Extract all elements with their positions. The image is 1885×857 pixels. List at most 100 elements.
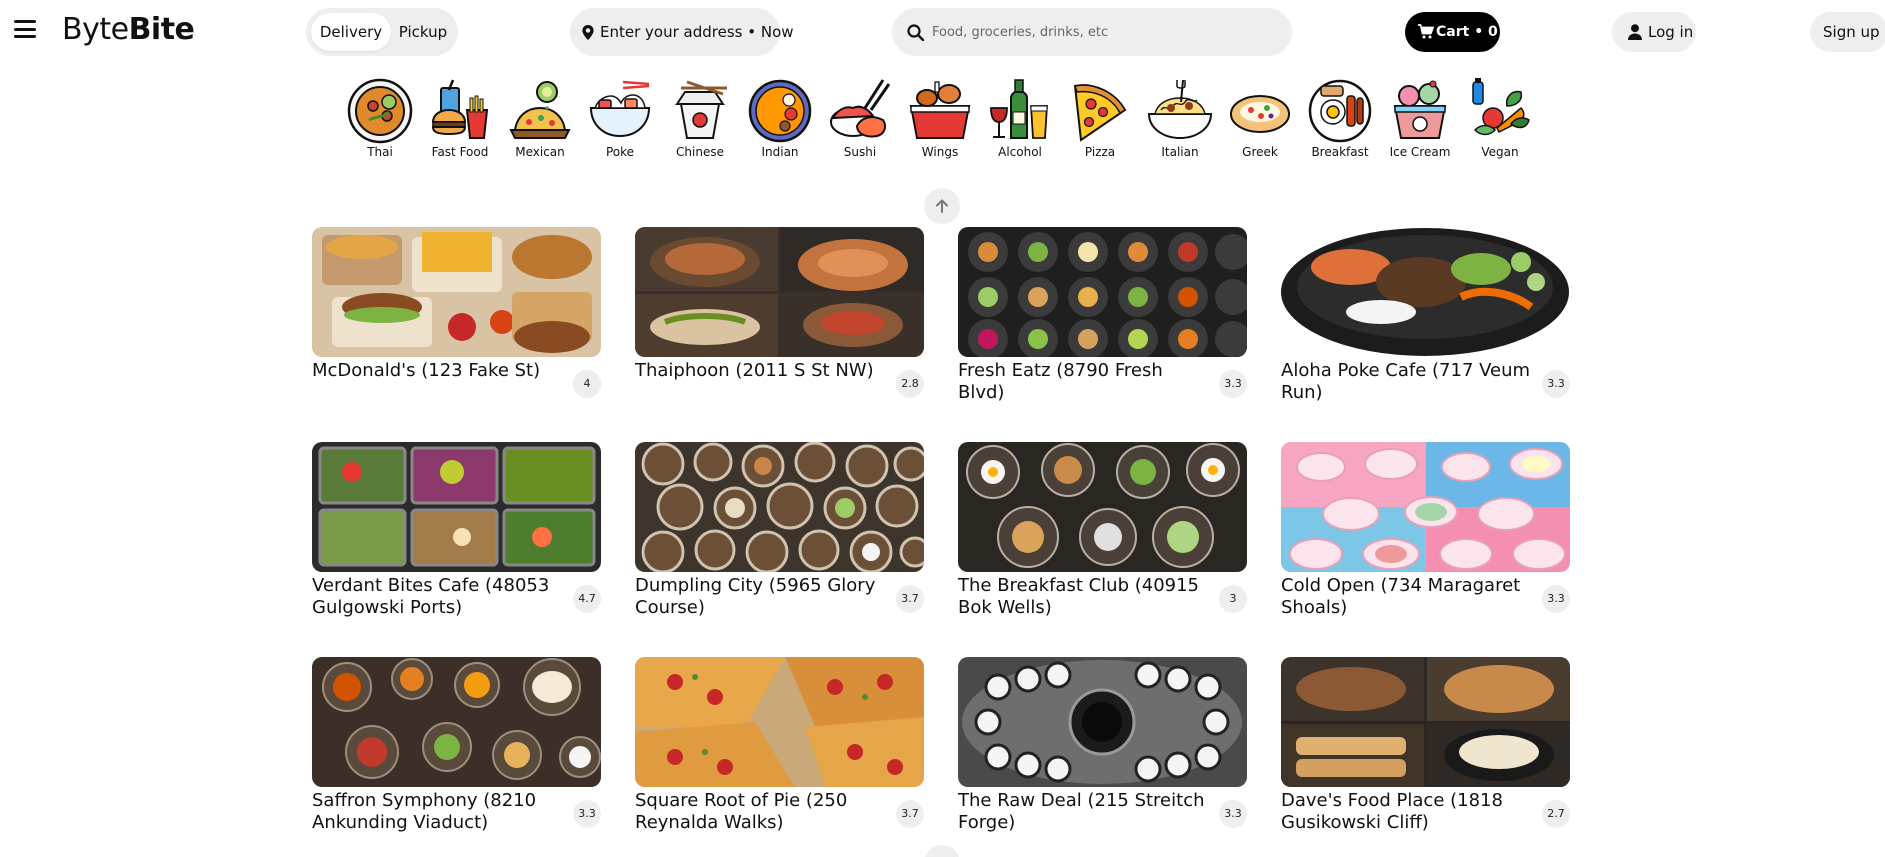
- cart-label: Cart • 0: [1436, 24, 1498, 40]
- restaurant-card[interactable]: Saffron Symphony (8210 Ankunding Viaduct…: [312, 657, 601, 847]
- rating-badge: 2.7: [1542, 800, 1570, 828]
- restaurant-card[interactable]: Thaiphoon (2011 S St NW) 2.8: [635, 227, 924, 417]
- restaurant-card[interactable]: Verdant Bites Cafe (48053 Gulgowski Port…: [312, 442, 601, 632]
- breakfast-icon: [1308, 79, 1372, 143]
- mexican-food-icon: [509, 81, 571, 139]
- category-mexican[interactable]: Mexican: [500, 78, 580, 162]
- user-icon: [1628, 24, 1642, 40]
- restaurant-card[interactable]: Dave's Food Place (1818 Gusikowski Cliff…: [1281, 657, 1570, 847]
- restaurant-name: Thaiphoon (2011 S St NW): [635, 360, 874, 381]
- category-label: Alcohol: [998, 145, 1042, 159]
- category-indian[interactable]: Indian: [740, 78, 820, 162]
- rating-badge: 3.7: [896, 800, 924, 828]
- category-label: Breakfast: [1311, 145, 1369, 159]
- category-label: Thai: [367, 145, 393, 159]
- restaurant-card[interactable]: Cold Open (734 Maragaret Shoals) 3.3: [1281, 442, 1570, 632]
- scroll-down-button[interactable]: [924, 845, 960, 857]
- category-greek[interactable]: Greek: [1220, 78, 1300, 162]
- address-selector[interactable]: Enter your address • Now: [570, 8, 794, 56]
- category-label: Chinese: [676, 145, 724, 159]
- restaurant-card[interactable]: Dumpling City (5965 Glory Course) 3.7: [635, 442, 924, 632]
- address-separator: •: [747, 23, 761, 41]
- arrow-up-icon: [936, 199, 948, 213]
- category-pizza[interactable]: Pizza: [1060, 78, 1140, 162]
- category-label: Greek: [1242, 145, 1278, 159]
- restaurant-photo: [1281, 442, 1570, 572]
- rating-badge: 3.3: [1542, 370, 1570, 398]
- restaurant-card[interactable]: Square Root of Pie (250 Reynalda Walks) …: [635, 657, 924, 847]
- rating-badge: 4.7: [573, 585, 601, 613]
- login-label: Log in: [1648, 23, 1694, 41]
- restaurant-photo: [635, 227, 924, 357]
- rating-badge: 4: [573, 370, 601, 398]
- restaurant-name: Saffron Symphony (8210 Ankunding Viaduct…: [312, 790, 537, 833]
- top-bar: ByteBite Delivery Pickup Enter your addr…: [0, 0, 1885, 64]
- restaurant-card[interactable]: The Raw Deal (215 Streitch Forge) 3.3: [958, 657, 1247, 847]
- restaurant-name: Cold Open (734 Maragaret Shoals): [1281, 575, 1521, 618]
- restaurant-photo: [312, 227, 601, 357]
- cart-button[interactable]: Cart • 0: [1405, 12, 1500, 52]
- pickup-button[interactable]: Pickup: [392, 13, 454, 51]
- restaurant-photo: [312, 657, 601, 787]
- restaurant-name: Verdant Bites Cafe (48053 Gulgowski Port…: [312, 575, 550, 618]
- rating-badge: 2.8: [896, 370, 924, 398]
- restaurant-card[interactable]: McDonald's (123 Fake St) 4: [312, 227, 601, 417]
- scroll-up-button[interactable]: [924, 188, 960, 224]
- restaurant-card[interactable]: The Breakfast Club (40915 Bok Wells) 3: [958, 442, 1247, 632]
- category-thai[interactable]: Thai: [340, 78, 420, 162]
- category-vegan[interactable]: Vegan: [1460, 78, 1540, 162]
- restaurant-photo: [1281, 657, 1570, 787]
- login-button[interactable]: Log in: [1612, 12, 1696, 52]
- menu-icon[interactable]: [14, 20, 36, 38]
- rating-badge: 3: [1219, 585, 1247, 613]
- greek-food-icon: [1230, 95, 1290, 133]
- category-ice-cream[interactable]: Ice Cream: [1380, 78, 1460, 162]
- rating-badge: 3.3: [573, 800, 601, 828]
- category-sushi[interactable]: Sushi: [820, 78, 900, 162]
- chinese-takeout-icon: [675, 80, 727, 139]
- italian-pasta-icon: [1147, 79, 1213, 140]
- category-wings[interactable]: Wings: [900, 78, 980, 162]
- restaurant-photo: [958, 657, 1247, 787]
- category-label: Italian: [1161, 145, 1199, 159]
- alcohol-icon: [990, 79, 1048, 139]
- restaurant-photo: [635, 657, 924, 787]
- category-breakfast[interactable]: Breakfast: [1300, 78, 1380, 162]
- indian-food-icon: [748, 79, 812, 143]
- search-icon: [907, 24, 924, 41]
- location-pin-icon: [582, 25, 594, 40]
- category-chinese[interactable]: Chinese: [660, 78, 740, 162]
- delivery-button[interactable]: Delivery: [311, 13, 391, 51]
- delivery-pickup-toggle: Delivery Pickup: [306, 8, 458, 56]
- category-label: Mexican: [515, 145, 565, 159]
- logo[interactable]: ByteBite: [62, 12, 195, 47]
- pizza-icon: [1073, 84, 1127, 142]
- address-label: Enter your address: [600, 23, 743, 41]
- poke-bowl-icon: [589, 80, 651, 138]
- delivery-time: Now: [760, 23, 794, 41]
- logo-bite: Bite: [128, 12, 195, 47]
- category-label: Indian: [761, 145, 799, 159]
- restaurant-photo: [958, 227, 1247, 357]
- restaurant-name: The Raw Deal (215 Streitch Forge): [958, 790, 1205, 833]
- restaurant-card[interactable]: Fresh Eatz (8790 Fresh Blvd) 3.3: [958, 227, 1247, 417]
- restaurant-name: Fresh Eatz (8790 Fresh Blvd): [958, 360, 1163, 403]
- category-italian[interactable]: Italian: [1140, 78, 1220, 162]
- restaurant-card[interactable]: Aloha Poke Cafe (717 Veum Run) 3.3: [1281, 227, 1570, 417]
- restaurant-name: Dumpling City (5965 Glory Course): [635, 575, 876, 618]
- ice-cream-icon: [1393, 80, 1447, 139]
- restaurant-photo: [1281, 227, 1570, 357]
- category-alcohol[interactable]: Alcohol: [980, 78, 1060, 162]
- category-fast-food[interactable]: Fast Food: [420, 78, 500, 162]
- logo-byte: Byte: [62, 12, 129, 47]
- restaurant-photo: [958, 442, 1247, 572]
- cart-icon: [1418, 24, 1434, 39]
- search-input[interactable]: [932, 8, 1277, 56]
- restaurant-name: The Breakfast Club (40915 Bok Wells): [958, 575, 1200, 618]
- rating-badge: 3.3: [1219, 800, 1247, 828]
- signup-button[interactable]: Sign up: [1810, 12, 1885, 52]
- category-poke[interactable]: Poke: [580, 78, 660, 162]
- rating-badge: 3.3: [1542, 585, 1570, 613]
- category-label: Fast Food: [431, 145, 489, 159]
- category-label: Wings: [921, 145, 959, 159]
